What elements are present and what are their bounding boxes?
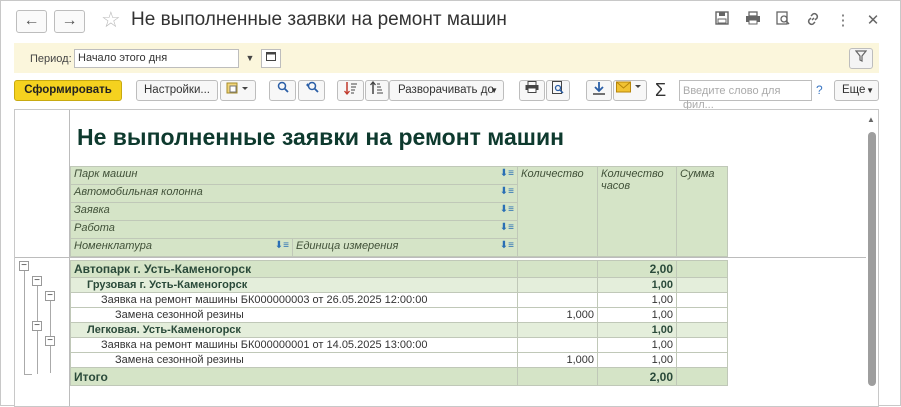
forward-button[interactable]: → <box>54 10 85 33</box>
table-row[interactable]: Заявка на ремонт машины БК000000001 от 1… <box>70 337 728 353</box>
find-button[interactable] <box>269 80 296 101</box>
period-label: Период: <box>30 53 72 65</box>
find-next-button[interactable] <box>298 80 325 101</box>
download-icon <box>593 82 605 95</box>
settings-button[interactable]: Настройки... <box>136 80 218 101</box>
header-unit[interactable]: Единица измерения ⬇≡ <box>292 238 518 257</box>
print-icon[interactable] <box>743 11 763 31</box>
sort-desc-button[interactable] <box>337 80 364 101</box>
total-label: Итого <box>70 367 518 386</box>
table-row[interactable]: Автопарк г. Усть-Каменогорск 2,00 <box>70 260 728 278</box>
variants-button[interactable] <box>220 80 256 101</box>
print-preview-button[interactable] <box>546 80 570 101</box>
preview-icon[interactable] <box>773 11 793 31</box>
row-name: Грузовая г. Усть-Каменогорск <box>70 277 518 293</box>
header-request[interactable]: Заявка ⬇≡ <box>70 202 518 221</box>
filter-icon <box>854 50 868 62</box>
row-name: Замена сезонной резины <box>70 307 518 323</box>
header-work[interactable]: Работа ⬇≡ <box>70 220 518 239</box>
printer-icon <box>525 81 539 93</box>
collapse-toggle-icon[interactable]: − <box>45 291 55 301</box>
search-icon <box>277 81 289 93</box>
more-button-label: Еще <box>842 84 866 96</box>
sort-icon: ⬇≡ <box>499 222 514 233</box>
expand-to-button[interactable]: Разворачивать до ▼ <box>389 80 504 101</box>
close-icon[interactable]: ✕ <box>863 11 883 31</box>
send-email-button[interactable] <box>613 80 647 101</box>
table-row[interactable]: Замена сезонной резины 1,000 1,00 <box>70 307 728 323</box>
table-row[interactable]: Грузовая г. Усть-Каменогорск 1,00 <box>70 277 728 293</box>
row-name: Заявка на ремонт машины БК000000001 от 1… <box>70 337 518 353</box>
header-sum[interactable]: Сумма <box>676 166 728 257</box>
report-toolbar: Сформировать Настройки... Разворачивать … <box>1 77 900 111</box>
report-variant-icon <box>226 82 248 94</box>
favorite-star-icon[interactable]: ☆ <box>101 7 121 33</box>
save-to-file-button[interactable] <box>586 80 612 101</box>
vertical-scrollbar[interactable] <box>868 132 876 386</box>
sort-asc-button[interactable] <box>365 80 389 101</box>
table-row[interactable]: Замена сезонной резины 1,000 1,00 <box>70 352 728 368</box>
header-quantity[interactable]: Количество <box>517 166 598 257</box>
forward-arrow-icon: → <box>61 12 78 29</box>
calendar-icon <box>266 52 276 61</box>
sort-asc-icon <box>370 80 383 94</box>
header-nomenclature[interactable]: Номенклатура ⬇≡ <box>70 238 293 257</box>
expand-to-label: Разворачивать до <box>398 84 494 96</box>
header-park[interactable]: Парк машин ⬇≡ <box>70 166 518 185</box>
link-icon[interactable] <box>803 11 823 31</box>
parameters-panel: Период: Начало этого дня ▼ <box>14 43 879 73</box>
sort-icon: ⬇≡ <box>499 204 514 215</box>
print-button[interactable] <box>519 80 545 101</box>
collapse-toggle-icon[interactable]: − <box>32 276 42 286</box>
report-window: ← → ☆ Не выполненные заявки на ремонт ма… <box>0 0 901 407</box>
table-row[interactable]: Заявка на ремонт машины БК000000003 от 2… <box>70 292 728 308</box>
collapse-toggle-icon[interactable]: − <box>45 336 55 346</box>
chevron-down-icon: ▼ <box>866 86 874 95</box>
header-hours[interactable]: Количество часов <box>597 166 677 257</box>
search-input[interactable]: Введите слово для фил... <box>679 80 812 111</box>
sort-icon: ⬇≡ <box>274 240 289 251</box>
back-button[interactable]: ← <box>16 10 47 33</box>
row-name: Легковая. Усть-Каменогорск <box>70 322 518 338</box>
sort-icon: ⬇≡ <box>499 186 514 197</box>
scroll-up-icon[interactable]: ▲ <box>867 115 875 124</box>
sort-desc-icon <box>343 82 357 96</box>
title-bar: ← → ☆ Не выполненные заявки на ремонт ма… <box>1 1 900 41</box>
filter-button[interactable] <box>849 48 873 69</box>
row-name: Замена сезонной резины <box>70 352 518 368</box>
table-row[interactable]: Легковая. Усть-Каменогорск 1,00 <box>70 322 728 338</box>
calendar-button[interactable] <box>261 49 281 68</box>
period-input[interactable]: Начало этого дня <box>74 49 239 68</box>
period-dropdown-icon[interactable]: ▼ <box>241 49 259 68</box>
generate-button[interactable]: Сформировать <box>14 80 122 101</box>
save-icon[interactable] <box>712 11 732 31</box>
total-hours: 2,00 <box>597 367 677 386</box>
collapse-toggle-icon[interactable]: − <box>32 321 42 331</box>
sort-icon: ⬇≡ <box>499 240 514 251</box>
envelope-icon <box>616 81 641 93</box>
search-next-icon <box>305 81 319 93</box>
row-name: Заявка на ремонт машины БК000000003 от 2… <box>70 292 518 308</box>
header-column[interactable]: Автомобильная колонна ⬇≡ <box>70 184 518 203</box>
sum-sigma-icon[interactable]: Σ <box>655 80 666 101</box>
more-menu-icon[interactable]: ⋮ <box>833 11 853 31</box>
print-preview-icon <box>552 81 564 94</box>
report-area: Не выполненные заявки на ремонт машин Па… <box>14 109 879 407</box>
back-arrow-icon: ← <box>23 12 40 29</box>
sort-icon: ⬇≡ <box>499 168 514 179</box>
report-table: Парк машин ⬇≡ Количество Количество часов… <box>70 166 728 386</box>
row-name: Автопарк г. Усть-Каменогорск <box>70 260 518 278</box>
more-button[interactable]: Еще ▼ <box>834 80 879 101</box>
collapse-toggle-icon[interactable]: − <box>19 261 29 271</box>
report-title: Не выполненные заявки на ремонт машин <box>77 124 564 150</box>
help-link[interactable]: ? <box>816 83 823 97</box>
chevron-down-icon: ▼ <box>490 86 498 95</box>
total-row[interactable]: Итого 2,00 <box>70 367 728 386</box>
window-title: Не выполненные заявки на ремонт машин <box>131 9 507 30</box>
